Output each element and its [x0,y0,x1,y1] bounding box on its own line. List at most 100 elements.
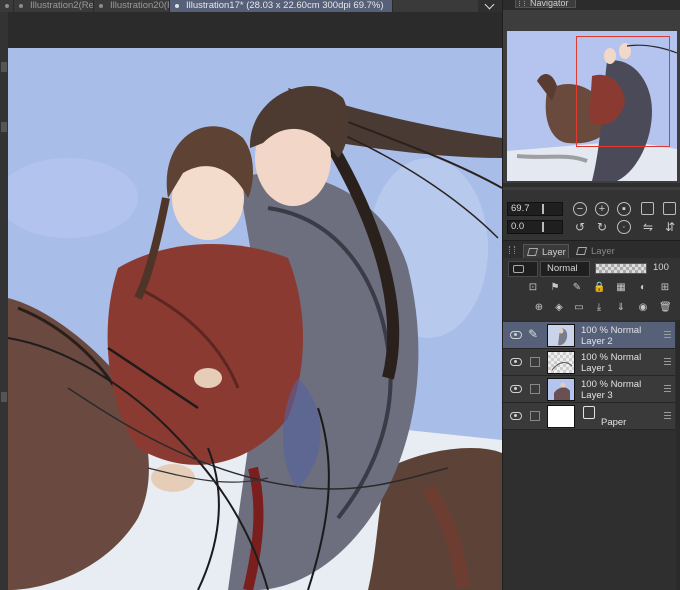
actual-pixels-icon[interactable]: ▪ [617,202,631,216]
navigator-tab[interactable]: Navigator [515,0,576,8]
eye-icon[interactable] [510,385,522,393]
chevron-down-icon [484,0,495,10]
drag-handle-icon[interactable] [664,385,671,392]
layer-thumbnail [547,324,575,347]
flip-horizontal-icon[interactable]: ⇋ [641,220,655,234]
grip-icon [519,0,525,6]
rotation-slider-handle[interactable] [542,222,544,232]
navigator-controls: 69.7 0.0 − + ▪ ↺ ↻ · ⇋ ⇵ [503,190,680,238]
rotation-value: 0.0 [511,221,525,232]
tab-dot-icon [19,4,23,8]
rotate-right-icon[interactable]: ↻ [595,220,609,234]
lock-icon[interactable]: 🔒 [593,282,605,294]
tab-layer[interactable]: Layer [523,244,569,259]
document-tab-bar: Illustration2(Re Illustration20(Re Illus… [0,0,502,12]
layer-select-checkbox[interactable] [530,411,540,421]
layer-settings-icon[interactable]: ⊞ [659,282,671,294]
left-tool-strip [0,12,8,590]
new-vector-layer-icon[interactable]: ◈ [553,302,565,314]
grip-icon [509,246,515,254]
layer-thumbnail [547,351,575,374]
layer-opacity-mode: 100 % Normal [581,379,642,390]
zoom-out-icon[interactable]: − [573,202,587,216]
merge-down-icon[interactable]: ⇓ [615,302,627,314]
reset-rotation-icon[interactable]: · [617,220,631,234]
blend-mode-select[interactable]: Normal [540,261,590,277]
layer-row[interactable]: 100 % Normal Layer 1 [503,349,675,376]
eye-icon[interactable] [510,331,522,339]
layer-list: ✎ 100 % Normal Layer 2 100 % Normal Laye… [503,320,680,590]
navigator-body [503,10,680,190]
clip-studio-window: Illustration2(Re Illustration20(Re Illus… [0,0,680,590]
drawing-canvas[interactable] [8,48,502,590]
rotation-field[interactable]: 0.0 [507,220,563,234]
opacity-value: 100 [653,262,669,273]
layer-type-select[interactable] [508,261,538,277]
layer-controls: Normal 100 ⊡ ⚑ ✎ 🔒 ▦ ◐ ⊞ ⊕ ◈ ▭ ⤓ ⇓ ◉ 🗑 [503,258,680,318]
layer-mask-add-icon[interactable]: ◉ [637,302,649,314]
new-raster-layer-icon[interactable]: ⊕ [533,302,545,314]
transfer-down-icon[interactable]: ⤓ [593,302,605,314]
opacity-slider[interactable] [595,263,647,274]
drag-handle-icon[interactable] [664,412,671,419]
layer-property-icon [575,247,588,255]
fit-to-screen-icon[interactable] [641,202,654,215]
tab-layer-property[interactable]: Layer Property [573,244,653,272]
tab-label: Illustration2(Re [30,0,94,11]
draft-layer-icon[interactable]: ✎ [571,282,583,294]
layer-mask-icon [513,265,524,273]
delete-layer-icon[interactable]: 🗑 [659,302,672,314]
drag-handle-icon[interactable] [664,331,671,338]
tab-label: Illustration17* (28.03 x 22.60cm 300dpi … [186,0,384,11]
reference-layer-icon[interactable]: ⚑ [549,282,561,294]
navigator-header: Navigator [503,0,680,10]
layer-opacity-mode: 100 % Normal [581,325,642,336]
rotate-left-icon[interactable]: ↺ [573,220,587,234]
tab-dot-icon [5,4,9,8]
tab-illustration2[interactable]: Illustration2(Re [14,0,94,12]
layer-stack-icon [526,248,539,256]
palette-color-icon[interactable]: ◐ [637,282,649,294]
layer-row[interactable]: ✎ 100 % Normal Layer 2 [503,322,675,349]
navigator-title: Navigator [530,0,569,8]
strip-marker [1,62,7,72]
artwork [8,48,502,590]
eye-icon[interactable] [510,412,522,420]
layer-panel-tabs: Layer Layer Property [503,240,680,272]
strip-marker [1,392,7,402]
lock-transparency-icon[interactable]: ▦ [615,282,627,294]
layer-select-checkbox[interactable] [530,357,540,367]
panel-resize-grip[interactable] [503,183,680,187]
fit-to-navigator-icon[interactable] [663,202,676,215]
tab-label: Illustration20(Re [110,0,169,11]
layer-name: Paper [601,417,627,428]
zoom-in-icon[interactable]: + [595,202,609,216]
clip-to-below-icon[interactable]: ⊡ [527,282,539,294]
canvas-top-margin [8,12,502,48]
paper-layer-icon [583,406,595,419]
tab-dot-icon [99,4,103,8]
eye-icon[interactable] [510,358,522,366]
navigator-preview[interactable] [507,31,677,181]
layer-name: Layer 1 [581,363,613,374]
layer-opacity-mode: 100 % Normal [581,352,642,363]
strip-marker [1,122,7,132]
tab-illustration17[interactable]: Illustration17* (28.03 x 22.60cm 300dpi … [170,0,393,12]
navigator-view-frame[interactable] [576,36,670,147]
layer-row[interactable]: Paper [503,403,675,430]
layer-thumbnail [547,378,575,401]
zoom-field[interactable]: 69.7 [507,202,563,216]
tab-overflow[interactable] [0,0,14,12]
tab-dot-icon [175,4,179,8]
tab-list-button[interactable] [478,0,502,12]
layer-list-scrollbar[interactable] [676,320,680,590]
layer-row[interactable]: 100 % Normal Layer 3 [503,376,675,403]
layer-name: Layer 3 [581,390,613,401]
layer-select-checkbox[interactable] [530,384,540,394]
tab-illustration20[interactable]: Illustration20(Re [94,0,170,12]
zoom-slider-handle[interactable] [542,204,544,214]
new-folder-icon[interactable]: ▭ [573,302,585,314]
tab-layer-label: Layer [542,247,566,258]
drag-handle-icon[interactable] [664,358,671,365]
flip-vertical-icon[interactable]: ⇵ [663,220,677,234]
